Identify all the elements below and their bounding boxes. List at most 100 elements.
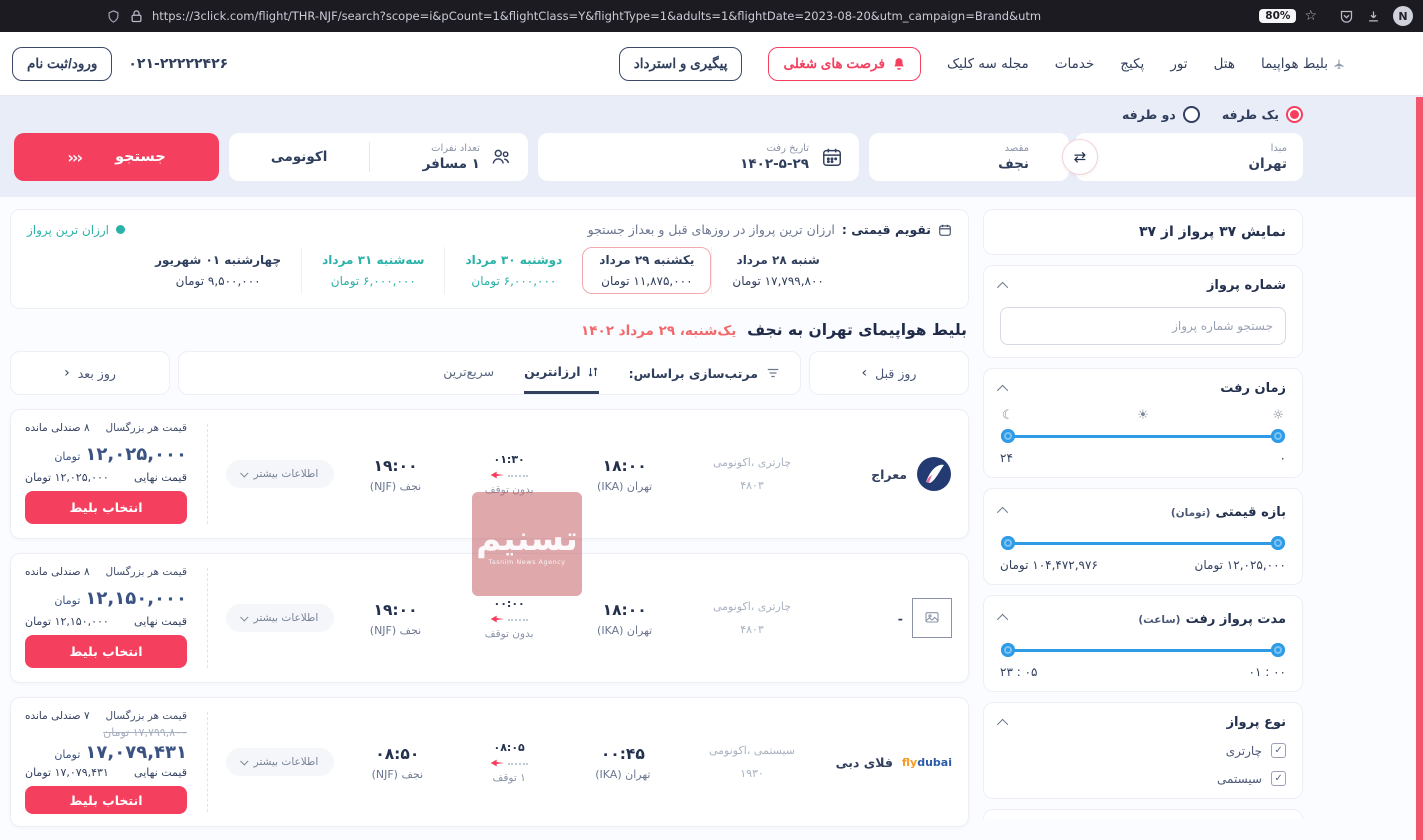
arrival-airport: نجف (NJF) — [372, 768, 423, 781]
seats-left: ۸ صندلی مانده — [25, 566, 90, 578]
collapse-chevron-icon[interactable] — [997, 384, 1008, 395]
stops-label: بدون توقف — [485, 484, 534, 496]
nav-services[interactable]: خدمات — [1055, 56, 1095, 72]
plane-icon — [1333, 58, 1345, 70]
origin-field[interactable]: مبدا تهران — [1075, 133, 1303, 181]
divider — [207, 712, 208, 812]
moon-icon: ☾ — [1002, 408, 1014, 423]
calendar-day[interactable]: سه‌شنبه ۳۱ مرداد ۶,۰۰۰,۰۰۰ تومان — [301, 247, 444, 294]
sort-fastest-tab[interactable]: سریع‌ترین — [443, 352, 494, 394]
checkbox-checked-icon[interactable]: ✓ — [1271, 771, 1286, 786]
collapse-chevron-icon[interactable] — [997, 506, 1008, 517]
flydubai-airline-logo: flydubai — [902, 756, 952, 769]
bookmark-star-icon[interactable]: ☆ — [1304, 9, 1317, 23]
departure-date-field[interactable]: تاریخ رفت ۱۴۰۲-۵-۲۹ — [538, 133, 859, 181]
plane-icon — [490, 613, 506, 625]
calendar-day[interactable]: دوشنبه ۳۰ مرداد ۶,۰۰۰,۰۰۰ تومان — [444, 247, 582, 294]
divider — [369, 142, 370, 172]
checkbox-checked-icon[interactable]: ✓ — [1271, 743, 1286, 758]
page-scrollbar[interactable] — [1416, 97, 1423, 840]
more-info-button[interactable]: اطلاعات بیشتر — [226, 748, 334, 776]
flight-type-charter-option[interactable]: ✓ چارتری — [1000, 743, 1286, 758]
flight-duration: ۰۸:۰۵ — [494, 741, 525, 754]
slider-handle-min[interactable] — [1271, 429, 1285, 443]
swap-origin-destination-button[interactable]: ⇄ — [1062, 139, 1098, 175]
collapse-chevron-icon[interactable] — [997, 613, 1008, 624]
divider — [207, 424, 208, 524]
chevron-down-icon — [240, 757, 248, 765]
final-price: ۱۲,۰۲۵,۰۰۰ تومان — [25, 471, 109, 484]
slider-handle-min[interactable] — [1271, 536, 1285, 550]
flight-number-search-input[interactable] — [1000, 307, 1286, 345]
shield-icon[interactable] — [106, 9, 121, 24]
calendar-day[interactable]: چهارشنبه ۰۱ شهریور ۹,۵۰۰,۰۰۰ تومان — [135, 247, 301, 294]
arrival-airport: نجف (NJF) — [370, 480, 421, 493]
old-price: ۱۷,۷۹۹,۸۰۰ تومان — [25, 726, 187, 739]
nav-flight-tickets[interactable]: بلیط هواپیما — [1261, 56, 1345, 72]
final-price: ۱۲,۱۵۰,۰۰۰ تومان — [25, 615, 109, 628]
collapse-chevron-icon[interactable] — [997, 281, 1008, 292]
calendar-day-selected[interactable]: یکشنبه ۲۹ مرداد ۱۱,۸۷۵,۰۰۰ تومان — [582, 247, 711, 294]
route-dots — [508, 619, 528, 621]
price-range-slider[interactable] — [1001, 536, 1285, 550]
flight-card: - چارتری ،اکونومی ۴۸۰۳ ۱۸:۰۰ تهران (IKA)… — [10, 553, 969, 683]
jobs-button[interactable]: فرصت های شغلی — [768, 47, 920, 81]
trip-type-one-way-radio[interactable]: یک طرفه — [1222, 106, 1303, 123]
flight-type-system-option[interactable]: ✓ سیستمی — [1000, 771, 1286, 786]
profile-avatar[interactable]: N — [1393, 6, 1413, 26]
calendar-icon — [938, 223, 952, 237]
search-results: تقویم قیمتی : ارزان ترین پرواز در روزهای… — [10, 209, 969, 827]
plane-icon — [490, 757, 506, 769]
adult-price: ۱۲,۱۵۰,۰۰۰ — [85, 588, 187, 609]
previous-day-button[interactable]: روز قبل › — [809, 351, 969, 395]
lock-icon — [129, 9, 144, 24]
slider-handle-max[interactable] — [1001, 536, 1015, 550]
departure-airport: تهران (IKA) — [595, 768, 650, 781]
passengers-icon — [490, 146, 512, 168]
next-day-button[interactable]: روز بعد ‹ — [10, 351, 170, 395]
stops-label: ۱ توقف — [493, 772, 526, 784]
passengers-class-field: تعداد نفرات ۱ مسافر اکونومی — [229, 133, 528, 181]
seats-left: ۷ صندلی مانده — [25, 710, 90, 722]
passenger-count-field[interactable]: تعداد نفرات ۱ مسافر — [370, 143, 528, 172]
adult-price: ۱۲,۰۲۵,۰۰۰ — [85, 444, 187, 465]
select-ticket-button[interactable]: انتخاب بلیط — [25, 635, 187, 668]
filter-price-range: بازه قیمتی (تومان) ۱۲,۰۲۵,۰۰۰ تومان ۱۰۴,… — [983, 488, 1303, 585]
nav-hotel[interactable]: هتل — [1214, 56, 1235, 72]
url-text[interactable]: https://3click.com/flight/THR-NJF/search… — [152, 9, 1251, 23]
sort-cheapest-tab[interactable]: ارزانترین — [524, 352, 598, 394]
cabin-class-field[interactable]: اکونومی — [229, 149, 369, 165]
slider-handle-max[interactable] — [1001, 643, 1015, 657]
sort-bar: مرتب‌سازی براساس: ارزانترین سریع‌ترین — [178, 351, 801, 395]
zoom-level-badge[interactable]: 80% — [1259, 9, 1296, 23]
arrival-time: ۱۹:۰۰ — [373, 601, 417, 619]
address-bar[interactable]: https://3click.com/flight/THR-NJF/search… — [10, 7, 1327, 26]
refund-tracking-button[interactable]: پیگیری و استرداد — [619, 47, 743, 81]
more-info-button[interactable]: اطلاعات بیشتر — [226, 460, 334, 488]
destination-field[interactable]: مقصد نجف — [869, 133, 1069, 181]
trip-type-round-radio[interactable]: دو طرفه — [1122, 106, 1200, 123]
slider-handle-min[interactable] — [1271, 643, 1285, 657]
route-dots — [508, 475, 528, 477]
select-ticket-button[interactable]: انتخاب بلیط — [25, 491, 187, 524]
departure-time-slider[interactable] — [1001, 429, 1285, 443]
pocket-save-icon[interactable] — [1339, 9, 1354, 24]
login-signup-button[interactable]: ورود/ثبت نام — [12, 47, 112, 81]
filter-flight-number: شماره پرواز — [983, 265, 1303, 358]
collapse-chevron-icon[interactable] — [997, 718, 1008, 729]
divider — [207, 568, 208, 668]
duration-slider[interactable] — [1001, 643, 1285, 657]
stops-label: بدون توقف — [485, 628, 534, 640]
nav-tour[interactable]: تور — [1170, 56, 1187, 72]
slider-handle-max[interactable] — [1001, 429, 1015, 443]
select-ticket-button[interactable]: انتخاب بلیط — [25, 786, 187, 814]
page-title: بلیط هواپیمای تهران به نجف یک‌شنبه، ۲۹ م… — [12, 321, 967, 339]
calendar-day[interactable]: شنبه ۲۸ مرداد ۱۷,۷۹۹,۸۰۰ تومان — [711, 247, 843, 294]
more-info-button[interactable]: اطلاعات بیشتر — [226, 604, 334, 632]
nav-magazine[interactable]: مجله سه کلیک — [947, 56, 1029, 72]
nav-package[interactable]: پکیج — [1120, 56, 1144, 72]
download-icon[interactable] — [1366, 9, 1381, 24]
search-button[interactable]: جستجو ‹‹‹ — [14, 133, 219, 181]
broken-image-placeholder-icon — [912, 598, 952, 638]
results-count: نمایش ۳۷ پرواز از ۳۷ — [983, 209, 1303, 255]
